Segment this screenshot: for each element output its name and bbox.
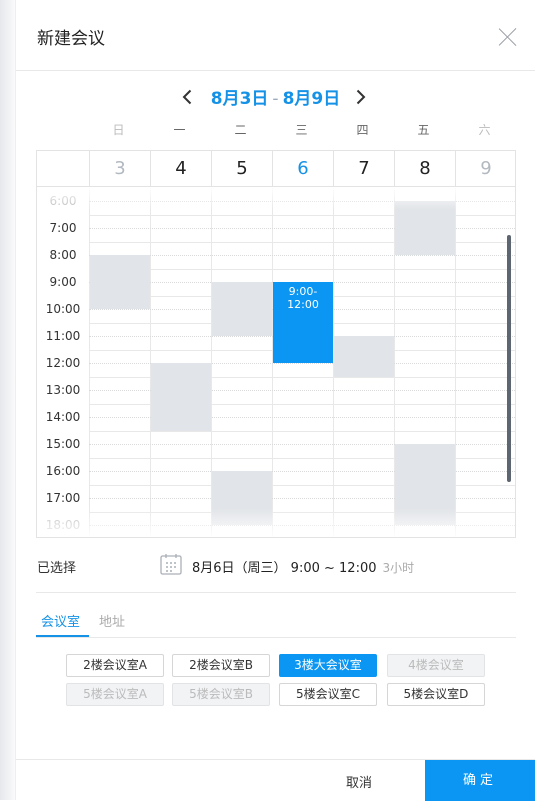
- time-label: 11:00: [45, 329, 81, 343]
- time-label: 12:00: [45, 356, 81, 370]
- week-range: 8月3日 -8月9日: [16, 84, 535, 109]
- calendar-scrollbar[interactable]: [507, 235, 511, 482]
- location-tabs: 会议室 地址: [36, 600, 516, 638]
- active-tab-indicator: [36, 635, 89, 637]
- calendar-icon: [159, 552, 183, 576]
- selected-time-slot[interactable]: 9:00-12:00: [273, 282, 333, 363]
- time-label: 14:00: [45, 410, 81, 424]
- time-label: 10:00: [45, 302, 81, 316]
- weekday-label: 五: [417, 123, 430, 137]
- time-grid: 18:0017:0016:0015:0014:0013:0012:0011:00…: [37, 188, 515, 537]
- dialog-footer: 取消 确定: [16, 759, 535, 801]
- date-cell: 6: [272, 151, 333, 187]
- weekday-label: 二: [234, 123, 247, 137]
- week-range-end: 8月9日: [282, 89, 341, 109]
- hour-line: [89, 431, 515, 432]
- room-option[interactable]: 3楼大会议室: [279, 654, 377, 677]
- date-cell: 9: [455, 151, 515, 187]
- room-option[interactable]: 2楼会议室A: [66, 654, 164, 677]
- time-label: 13:00: [45, 383, 81, 397]
- half-hour-line: [89, 255, 515, 256]
- room-option[interactable]: 2楼会议室B: [172, 654, 270, 677]
- date-cell: 5: [211, 151, 272, 187]
- chosen-time-text: 8月6日（周三） 9:00 ~ 12:00: [192, 561, 377, 576]
- weekday-label: 四: [356, 123, 369, 137]
- weekday-label: 日: [112, 123, 125, 137]
- room-option: 5楼会议室A: [66, 683, 164, 706]
- header-divider: [16, 70, 535, 71]
- week-range-separator: -: [272, 89, 279, 109]
- room-option[interactable]: 5楼会议室D: [387, 683, 485, 706]
- weekday-label: 一: [173, 123, 186, 137]
- confirm-button[interactable]: 确定: [425, 760, 535, 801]
- grid-fade-bottom: [37, 508, 515, 537]
- time-label: 17:00: [45, 491, 81, 505]
- close-icon[interactable]: [498, 27, 518, 47]
- next-week-chevron-right-icon[interactable]: [350, 87, 370, 107]
- grid-fade-top: [37, 188, 515, 210]
- date-cell: 7: [333, 151, 394, 187]
- busy-slot: [90, 255, 150, 309]
- weekday-label: 六: [478, 123, 491, 137]
- week-navigator: 8月3日 -8月9日: [16, 84, 535, 110]
- busy-slot: [334, 336, 394, 377]
- time-label: 15:00: [45, 437, 81, 451]
- hour-line: [89, 269, 515, 270]
- week-range-start: 8月3日: [210, 89, 269, 109]
- time-label: 8:00: [49, 248, 77, 262]
- time-label: 9:00: [49, 275, 77, 289]
- chosen-duration: 3小时: [382, 561, 415, 575]
- cancel-button[interactable]: 取消: [346, 772, 372, 791]
- section-divider: [36, 592, 516, 593]
- chosen-label: 已选择: [37, 561, 77, 576]
- date-header-row: 3456789: [37, 151, 515, 187]
- room-option: 4楼会议室: [387, 654, 485, 677]
- time-label: 16:00: [45, 464, 81, 478]
- tab-meeting-room[interactable]: 会议室: [41, 611, 80, 630]
- chosen-time: 8月6日（周三） 9:00 ~ 12:00 3小时: [192, 557, 414, 576]
- prev-week-chevron-left-icon[interactable]: [178, 87, 198, 107]
- busy-slot: [212, 282, 272, 336]
- date-cell: 3: [89, 151, 150, 187]
- weekday-label: 三: [295, 123, 308, 137]
- room-option[interactable]: 5楼会议室C: [279, 683, 377, 706]
- busy-slot: [151, 363, 211, 431]
- calendar-grid: 3456789 18:0017:0016:0015:0014:0013:0012…: [36, 150, 516, 538]
- time-label: 7:00: [49, 221, 77, 235]
- new-meeting-dialog: 新建会议 8月3日-8月9日 日一二三四五六 3456789 18:0017:0…: [16, 0, 535, 801]
- room-option: 5楼会议室B: [172, 683, 270, 706]
- date-cell: 4: [150, 151, 211, 187]
- tab-address[interactable]: 地址: [99, 611, 125, 630]
- backdrop-edge: [0, 0, 16, 800]
- date-cell: 8: [394, 151, 455, 187]
- dialog-title: 新建会议: [37, 29, 105, 49]
